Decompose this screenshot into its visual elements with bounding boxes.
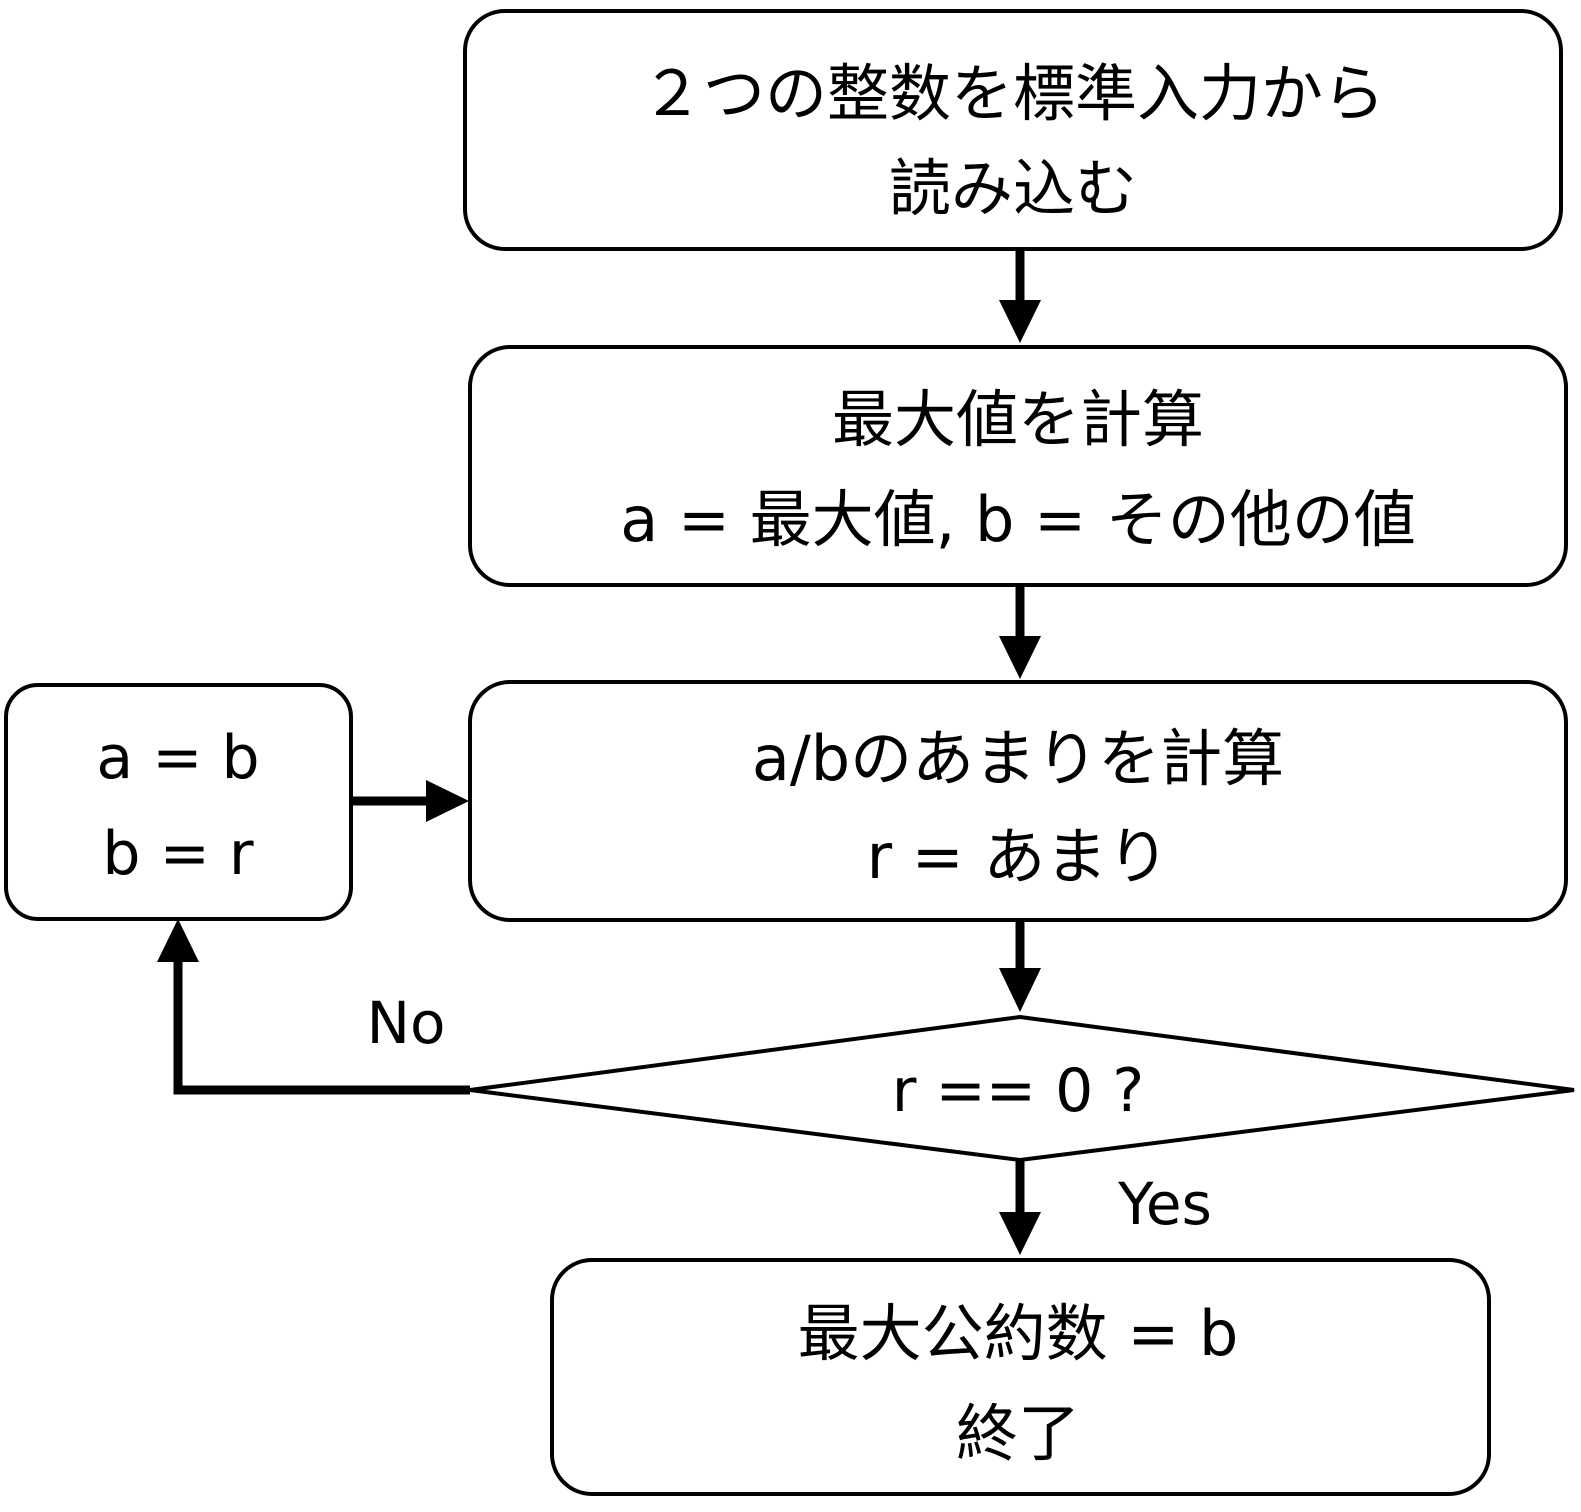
no-label: No bbox=[367, 989, 446, 1057]
end-node: 最大公約数 = b 終了 bbox=[550, 1258, 1491, 1496]
input-node-line2: 読み込む bbox=[889, 152, 1137, 225]
remainder-node-line1: a/bのあまりを計算 bbox=[752, 722, 1284, 795]
max-node-line2: a = 最大値, b = その他の値 bbox=[620, 483, 1416, 556]
end-node-line1: 最大公約数 = b bbox=[798, 1297, 1239, 1370]
end-node-line2: 終了 bbox=[956, 1397, 1080, 1470]
arrow-remainder-to-decision bbox=[999, 920, 1041, 1012]
input-node: ２つの整数を標準入力から 読み込む bbox=[463, 9, 1563, 251]
yes-label: Yes bbox=[1117, 1170, 1212, 1238]
max-node: 最大値を計算 a = 最大値, b = その他の値 bbox=[468, 345, 1568, 587]
max-node-line1: 最大値を計算 bbox=[832, 383, 1204, 456]
swap-node-line2: b = r bbox=[102, 819, 254, 889]
arrow-max-to-remainder bbox=[999, 585, 1041, 679]
input-node-line1: ２つの整数を標準入力から bbox=[641, 57, 1385, 130]
gcd-flowchart: ２つの整数を標準入力から 読み込む 最大値を計算 a = 最大値, b = その… bbox=[4, 9, 1575, 1496]
decision-node: r == 0 ? bbox=[469, 1014, 1575, 1163]
swap-node-line1: a = b bbox=[96, 723, 259, 793]
decision-label: r == 0 ? bbox=[892, 1056, 1144, 1126]
arrow-swap-to-remainder bbox=[351, 780, 469, 822]
arrow-input-to-max bbox=[999, 249, 1041, 343]
remainder-node: a/bのあまりを計算 r = あまり bbox=[468, 680, 1568, 922]
remainder-node-line2: r = あまり bbox=[867, 820, 1170, 893]
arrow-yes-to-end bbox=[999, 1160, 1041, 1255]
swap-node: a = b b = r bbox=[4, 683, 353, 921]
